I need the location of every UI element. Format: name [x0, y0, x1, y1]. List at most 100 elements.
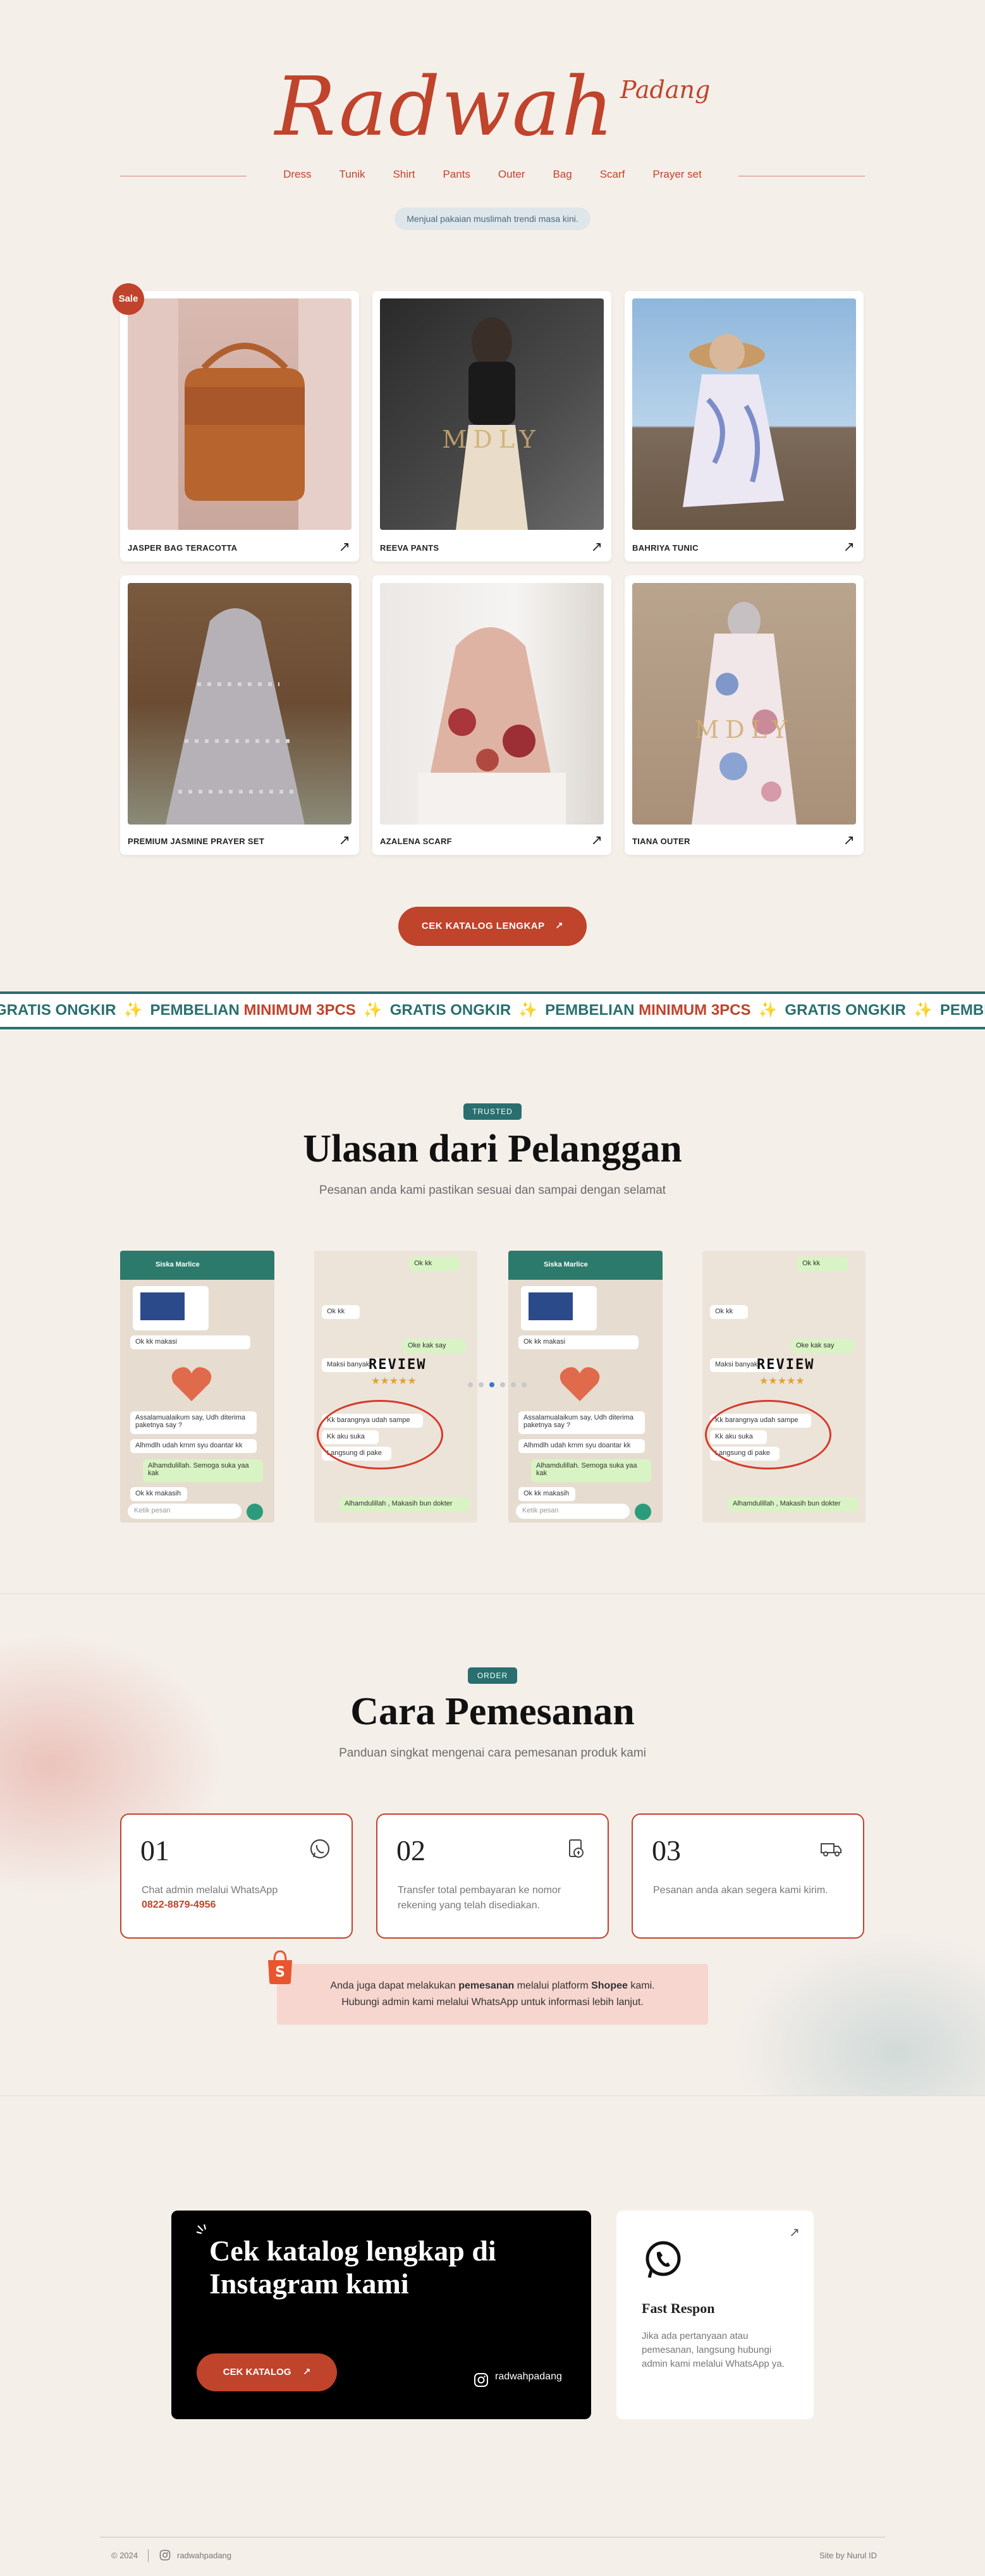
watermark: MDLY: [442, 426, 542, 454]
arrow-up-right-icon[interactable]: ↗: [339, 832, 350, 849]
product-card[interactable]: BAHRIYA TUNIC ↗: [625, 291, 864, 561]
chat-contact-name: Siska Marlice: [156, 1261, 200, 1268]
carousel-dot[interactable]: [511, 1382, 516, 1387]
product-name: TIANA OUTER: [632, 837, 690, 846]
product-name: JASPER BAG TERACOTTA: [128, 543, 238, 553]
chat-bubble: Ok kk: [797, 1257, 848, 1271]
nav-shirt[interactable]: Shirt: [393, 168, 415, 181]
carousel-dot[interactable]: [479, 1382, 484, 1387]
step-text: Pesanan anda akan segera kami kirim.: [653, 1885, 828, 1896]
highlight-circle: [705, 1400, 831, 1469]
footer-credit[interactable]: Site by Nurul ID: [819, 2551, 877, 2560]
shopee-bag-icon[interactable]: S: [264, 1950, 296, 1984]
arrow-up-right-icon[interactable]: ↗: [843, 832, 855, 849]
nav-dress[interactable]: Dress: [283, 168, 311, 181]
instagram-handle[interactable]: radwahpadang: [495, 2371, 562, 2383]
chat-bubble: Alhamdulillah , Makasih bun dokter: [340, 1497, 470, 1511]
chat-bubble: Ok kk makasi: [130, 1335, 250, 1349]
catalog-button-label: CEK KATALOG LENGKAP: [421, 921, 545, 931]
step-number: 02: [396, 1834, 425, 1867]
instagram-icon[interactable]: [159, 2549, 171, 2561]
product-card[interactable]: MDLY REEVA PANTS ↗: [372, 291, 611, 561]
brand-logo[interactable]: Radwah Padang: [0, 60, 985, 154]
carousel-dots: [468, 1382, 527, 1387]
chat-bubble: Ok kk: [322, 1305, 360, 1319]
carousel-dot-active[interactable]: [489, 1382, 494, 1387]
truck-icon: [821, 1843, 841, 1856]
instagram-icon[interactable]: [474, 2372, 489, 2388]
chat-contact-name: Siska Marlice: [544, 1261, 588, 1268]
payment-icon: [569, 1839, 584, 1858]
marquee-text: PEMBELIAN: [150, 1002, 240, 1019]
marquee-text: MINIMUM 3PCS: [639, 1002, 751, 1019]
review-stamp: REVIEW: [369, 1357, 427, 1373]
catalog-button[interactable]: CEK KATALOG LENGKAP ↗: [398, 907, 587, 946]
brand-name: Radwah: [274, 60, 615, 154]
product-card[interactable]: AZALENA SCARF ↗: [372, 575, 611, 855]
whatsapp-number-link[interactable]: 0822-8879-4956: [142, 1899, 216, 1911]
sparkle-icon: ✨: [518, 1002, 538, 1019]
fast-respon-card[interactable]: ↗ Fast Respon Jika ada pertanyaan atau p…: [616, 2211, 814, 2419]
product-card[interactable]: MDLY TIANA OUTER ↗: [625, 575, 864, 855]
svg-text:S: S: [275, 1965, 285, 1980]
marquee-text: PEMBELIAN: [545, 1002, 635, 1019]
order-title: Cara Pemesanan: [350, 1690, 635, 1733]
nav-pants[interactable]: Pants: [443, 168, 470, 181]
footer-copyright: © 2024: [111, 2551, 138, 2560]
highlight-circle: [317, 1400, 443, 1469]
order-step-1: 01 Chat admin melalui WhatsApp 0822-8879…: [120, 1813, 353, 1939]
nav-prayer-set[interactable]: Prayer set: [652, 168, 701, 181]
footer-instagram-handle[interactable]: radwahpadang: [177, 2551, 231, 2560]
sale-badge: Sale: [113, 283, 144, 315]
arrow-up-right-icon[interactable]: ↗: [339, 539, 350, 555]
shopee-note-text: kami.: [627, 1980, 655, 1991]
shopee-note-text: Shopee: [591, 1980, 628, 1991]
chat-bubble: Ok kk makasi: [518, 1335, 639, 1349]
chat-bubble: Alhmdlh udah krnm syu doantar kk: [518, 1439, 645, 1453]
shopee-note: Anda juga dapat melakukan pemesanan mela…: [277, 1964, 708, 2025]
carousel-dot[interactable]: [500, 1382, 505, 1387]
product-card[interactable]: JASPER BAG TERACOTTA ↗: [120, 291, 359, 561]
shopee-note-text: pemesanan: [458, 1980, 515, 1991]
product-image: MDLY: [632, 583, 856, 825]
heart-icon: [171, 1367, 212, 1401]
step-text: Chat admin melalui WhatsApp: [142, 1885, 278, 1896]
step-number: 03: [652, 1834, 681, 1867]
chat-header: Siska Marlice: [508, 1251, 663, 1280]
marquee-track: GRATIS ONGKIR ✨ PEMBELIAN MINIMUM 3PCS ✨ GRA…: [0, 994, 985, 1027]
chat-header: Siska Marlice: [120, 1251, 274, 1280]
main-nav: Dress Tunik Shirt Pants Outer Bag Scarf …: [278, 168, 707, 181]
carousel-dot[interactable]: [522, 1382, 527, 1387]
send-icon: [247, 1504, 263, 1520]
product-image: [380, 583, 604, 825]
arrow-up-right-icon[interactable]: ↗: [591, 832, 603, 849]
marquee-text: GRATIS ONGKIR: [785, 1002, 906, 1019]
nav-bag[interactable]: Bag: [553, 168, 572, 181]
nav-tunik[interactable]: Tunik: [340, 168, 365, 181]
shopee-note-text: melalui platform: [514, 1980, 592, 1991]
product-image: MDLY: [380, 298, 604, 530]
chat-bubble: Alhmdlh udah krnm syu doantar kk: [130, 1439, 257, 1453]
arrow-up-right-icon[interactable]: ↗: [843, 539, 855, 555]
arrow-up-right-icon[interactable]: ↗: [591, 539, 603, 555]
order-step-2: 02 Transfer total pembayaran ke nomor re…: [376, 1813, 609, 1939]
order-badge: ORDER: [468, 1667, 517, 1684]
carousel-dot[interactable]: [468, 1382, 473, 1387]
product-name: BAHRIYA TUNIC: [632, 543, 699, 553]
instagram-cta-card: Cek katalog lengkap di Instagram kami CE…: [171, 2211, 591, 2419]
order-step-3: 03 Pesanan anda akan segera kami kirim.: [632, 1813, 864, 1939]
shopee-note-text: Hubungi admin kami melalui WhatsApp untu…: [341, 1997, 644, 2008]
chat-bubble: Assalamualaikum say, Udh diterima paketn…: [518, 1411, 645, 1434]
shopee-note-text: Anda juga dapat melakukan: [330, 1980, 459, 1991]
product-card[interactable]: PREMIUM JASMINE PRAYER SET ↗: [120, 575, 359, 855]
review-screenshot: Ok kk Ok kk Oke kak say Maksi banyak REV…: [702, 1251, 866, 1523]
product-image: [632, 298, 856, 530]
nav-scarf[interactable]: Scarf: [600, 168, 625, 181]
arrow-up-right-icon[interactable]: ↗: [789, 2224, 800, 2240]
whatsapp-icon: [645, 2241, 681, 2278]
product-image: [128, 583, 352, 825]
nav-outer[interactable]: Outer: [498, 168, 525, 181]
brand-city: Padang: [620, 76, 711, 104]
instagram-catalog-button[interactable]: CEK KATALOG ↗: [197, 2353, 337, 2391]
product-image: [128, 298, 352, 530]
